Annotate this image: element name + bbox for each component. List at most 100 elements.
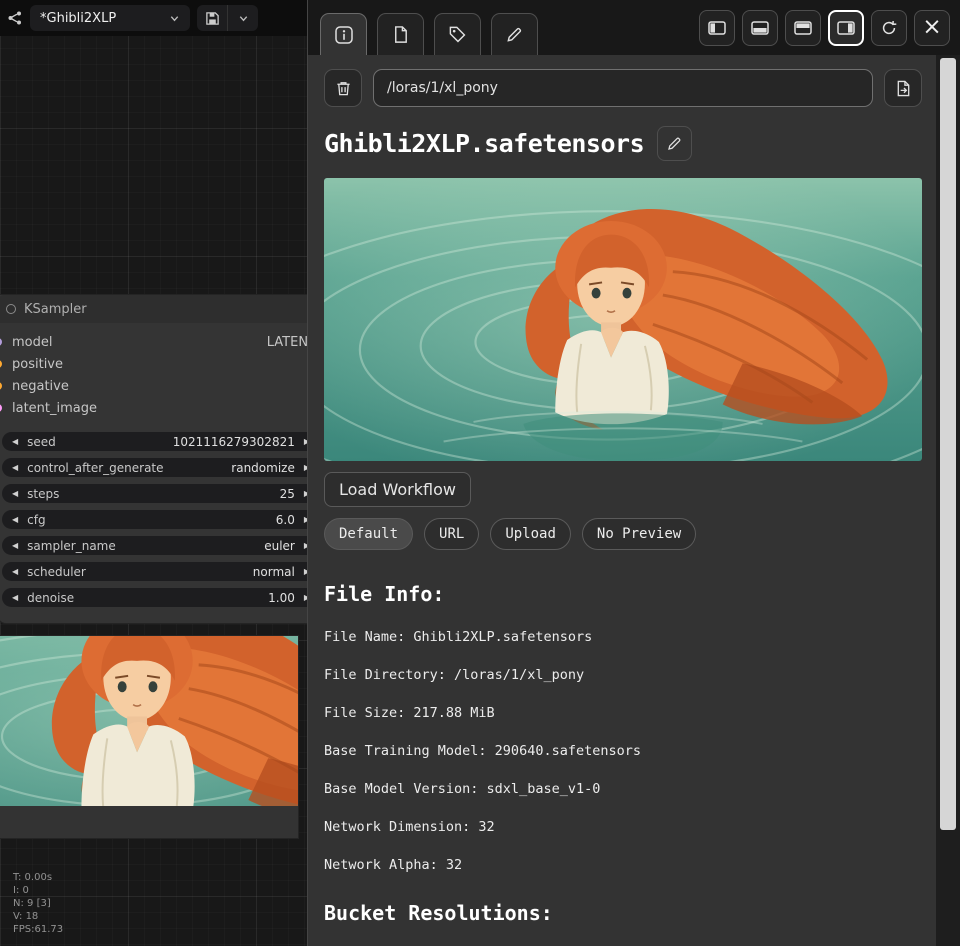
widget-value: 6.0 [276,513,295,527]
close-icon: × [922,16,941,39]
canvas-topbar: *Ghibli2XLP [0,0,307,36]
widget-value: euler [264,539,295,553]
decrement-arrow-icon[interactable]: ◀ [12,594,18,602]
stat-line: FPS:61.73 [13,923,63,936]
load-workflow-button[interactable]: Load Workflow [324,472,471,507]
tab-tags[interactable] [434,13,481,55]
preview-upload-button[interactable]: Upload [490,518,571,550]
increment-arrow-icon[interactable]: ▶ [304,490,307,498]
increment-arrow-icon[interactable]: ▶ [304,464,307,472]
model-info-panel: × Ghibli2XLP.safetensors [307,0,960,946]
collapse-dot-icon[interactable] [6,304,16,314]
save-button-group [197,5,258,31]
stat-line: V: 18 [13,910,63,923]
chevron-down-icon [238,13,249,24]
pencil-icon [505,25,524,44]
widget-label: steps [27,487,59,501]
preview-default-button[interactable]: Default [324,518,413,550]
trash-icon [335,80,352,97]
increment-arrow-icon[interactable]: ▶ [304,542,307,550]
input-slot-positive: positive [0,353,307,375]
input-label: latent_image [12,401,97,416]
input-label: negative [12,379,69,394]
file-info-heading: File Info: [324,582,922,606]
export-button[interactable] [884,69,922,107]
refresh-button[interactable] [871,10,907,46]
file-info-line: Network Alpha: 32 [324,858,922,872]
widget-value: randomize [231,461,295,475]
model-slot-icon[interactable] [0,338,2,346]
input-slot-latent-image: latent_image [0,397,307,419]
edit-title-button[interactable] [657,126,692,161]
node-bottom [0,806,298,838]
dock-bottom-button[interactable] [742,10,778,46]
tab-edit[interactable] [491,13,538,55]
bucket-resolutions-heading: Bucket Resolutions: [324,901,922,925]
node-preview-image [0,636,298,806]
path-row [324,69,922,107]
conditioning-slot-icon[interactable] [0,360,2,368]
increment-arrow-icon[interactable]: ▶ [304,568,307,576]
decrement-arrow-icon[interactable]: ◀ [12,516,18,524]
tab-info[interactable] [320,13,367,55]
document-icon [391,25,410,44]
workflows-button[interactable] [7,10,23,26]
widget-value: 1.00 [268,591,295,605]
widget-label: sampler_name [27,539,116,553]
chevron-down-icon [169,13,180,24]
widget-control-after-generate[interactable]: ◀ control_after_generate randomize ▶ [2,458,307,477]
preview-url-button[interactable]: URL [424,518,479,550]
widget-label: scheduler [27,565,86,579]
panel-scrollbar[interactable] [936,55,960,946]
widget-value: 1021116279302821 [173,435,295,449]
model-preview-image [324,178,922,461]
dock-right-button[interactable] [828,10,864,46]
increment-arrow-icon[interactable]: ▶ [304,438,307,446]
conditioning-slot-icon[interactable] [0,382,2,390]
widget-scheduler[interactable]: ◀ scheduler normal ▶ [2,562,307,581]
panel-body: Ghibli2XLP.safetensors Load Workflow Def… [308,55,936,946]
file-info-line: Base Model Version: sdxl_base_v1-0 [324,782,922,796]
widget-cfg[interactable]: ◀ cfg 6.0 ▶ [2,510,307,529]
widget-label: cfg [27,513,45,527]
widget-steps[interactable]: ◀ steps 25 ▶ [2,484,307,503]
scrollbar-thumb[interactable] [940,58,956,830]
node-canvas[interactable]: *Ghibli2XLP KSampler mod [0,0,307,946]
widget-label: control_after_generate [27,461,163,475]
ksampler-node[interactable]: KSampler model LATENT positive negative [0,295,307,623]
dock-left-button[interactable] [699,10,735,46]
widget-seed[interactable]: ◀ seed 1021116279302821 ▶ [2,432,307,451]
widget-value: normal [253,565,295,579]
delete-button[interactable] [324,69,362,107]
widget-denoise[interactable]: ◀ denoise 1.00 ▶ [2,588,307,607]
input-slot-model: model LATENT [0,331,307,353]
dock-top-icon [794,21,812,35]
increment-arrow-icon[interactable]: ▶ [304,516,307,524]
preview-image-node[interactable] [0,636,298,838]
decrement-arrow-icon[interactable]: ◀ [12,438,18,446]
widget-label: denoise [27,591,74,605]
widget-sampler-name[interactable]: ◀ sampler_name euler ▶ [2,536,307,555]
workflow-selector[interactable]: *Ghibli2XLP [30,5,190,31]
decrement-arrow-icon[interactable]: ◀ [12,542,18,550]
path-input[interactable] [373,69,873,107]
node-widgets: ◀ seed 1021116279302821 ▶ ◀ control_afte… [0,419,307,623]
file-info-line: Base Training Model: 290640.safetensors [324,744,922,758]
no-preview-button[interactable]: No Preview [582,518,696,550]
preview-source-buttons: Default URL Upload No Preview [324,518,922,550]
stat-line: N: 9 [3] [13,897,63,910]
decrement-arrow-icon[interactable]: ◀ [12,568,18,576]
panel-controls: × [699,10,950,46]
node-header[interactable]: KSampler [0,295,307,323]
close-button[interactable]: × [914,10,950,46]
dock-top-button[interactable] [785,10,821,46]
decrement-arrow-icon[interactable]: ◀ [12,490,18,498]
save-options-button[interactable] [228,5,258,31]
decrement-arrow-icon[interactable]: ◀ [12,464,18,472]
increment-arrow-icon[interactable]: ▶ [304,594,307,602]
model-title: Ghibli2XLP.safetensors [324,129,644,158]
file-export-icon [895,80,912,97]
save-button[interactable] [197,5,227,31]
tab-file[interactable] [377,13,424,55]
latent-slot-icon[interactable] [0,404,2,412]
